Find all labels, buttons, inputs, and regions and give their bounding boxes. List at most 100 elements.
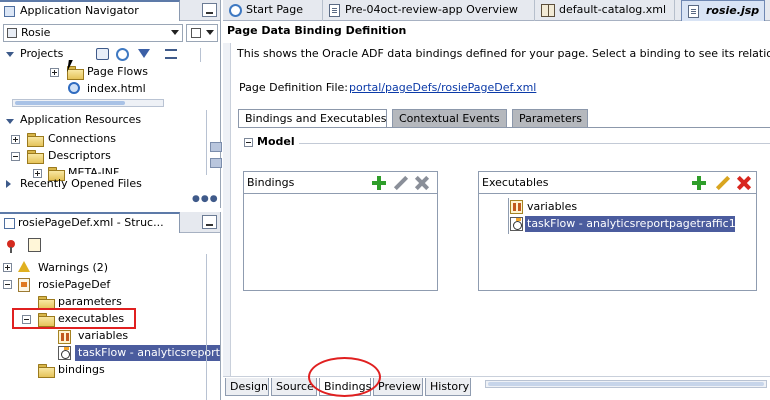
variables-icon bbox=[510, 200, 523, 214]
tab-default-catalog[interactable]: default-catalog.xml bbox=[535, 0, 675, 21]
project-item-index-html[interactable]: index.html bbox=[87, 82, 146, 96]
executables-box-title: Executables bbox=[482, 176, 549, 189]
recent-files-label[interactable]: Recently Opened Files bbox=[20, 177, 142, 191]
structure-tab[interactable]: rosiePageDef.xml - Struc... bbox=[0, 212, 180, 233]
folder-icon bbox=[38, 296, 55, 310]
working-sets-icon[interactable] bbox=[165, 49, 177, 59]
expand-icon[interactable] bbox=[3, 263, 12, 272]
chevron-down-icon bbox=[206, 30, 214, 35]
editor-description: This shows the Oracle ADF data bindings … bbox=[237, 47, 770, 60]
projects-horizontal-scrollbar[interactable] bbox=[12, 99, 164, 107]
selected-executable-row[interactable]: taskFlow - analyticsreportpagetraffic1 bbox=[525, 216, 736, 232]
edit-executable-icon[interactable] bbox=[715, 176, 729, 190]
minimize-button[interactable] bbox=[202, 215, 217, 229]
application-name: Rosie bbox=[21, 26, 51, 39]
scrollbar-thumb[interactable] bbox=[488, 382, 764, 386]
tab-parameters[interactable]: Parameters bbox=[512, 109, 588, 128]
resource-item-descriptors[interactable]: Descriptors bbox=[48, 149, 111, 163]
bindings-box: Bindings bbox=[243, 171, 438, 291]
edit-binding-icon[interactable] bbox=[393, 176, 407, 190]
selected-tree-row[interactable]: taskFlow - analyticsreportp bbox=[75, 345, 220, 361]
vertical-scrollbar[interactable] bbox=[206, 110, 207, 175]
projects-label[interactable]: Projects bbox=[20, 47, 63, 61]
navigator-tab[interactable]: Application Navigator bbox=[0, 0, 180, 21]
catalog-icon bbox=[541, 4, 555, 17]
start-page-icon bbox=[229, 4, 242, 17]
executable-item-taskflow[interactable]: taskFlow - analyticsreportpagetraffic1 bbox=[527, 217, 736, 231]
resource-item-connections[interactable]: Connections bbox=[48, 132, 116, 146]
editor-tab-bar: Start Page Pre-04oct-review-app Overview… bbox=[223, 0, 770, 21]
page-def-file-link[interactable]: portal/pageDefs/rosiePageDef.xml bbox=[349, 81, 536, 95]
folder-icon bbox=[27, 150, 44, 164]
recent-files-expand-icon[interactable] bbox=[6, 180, 11, 188]
model-collapse-icon[interactable] bbox=[244, 138, 253, 147]
bottom-tab-label: Source bbox=[276, 380, 314, 393]
resource-item-meta-inf[interactable]: META-INF bbox=[68, 166, 119, 174]
bindings-box-title: Bindings bbox=[247, 176, 295, 189]
html-file-icon bbox=[68, 82, 80, 94]
editor-left-ruler bbox=[223, 43, 231, 396]
navigator-header: Application Navigator bbox=[0, 0, 220, 21]
scrollbar-thumb[interactable] bbox=[15, 101, 125, 105]
tab-preview[interactable]: Preview bbox=[373, 378, 423, 396]
structure-title: rosiePageDef.xml - Struc... bbox=[18, 216, 164, 229]
bindings-tab-annotation bbox=[308, 357, 381, 397]
search-icon[interactable] bbox=[96, 48, 109, 60]
subtab-label: Parameters bbox=[519, 112, 582, 125]
structure-item-taskflow[interactable]: taskFlow - analyticsreportp bbox=[78, 346, 220, 360]
refresh-icon[interactable] bbox=[116, 48, 129, 61]
toolbar-separator bbox=[200, 48, 201, 62]
add-executable-icon[interactable] bbox=[692, 176, 706, 190]
tab-label: Pre-04oct-review-app Overview bbox=[345, 3, 518, 16]
tab-history[interactable]: History bbox=[425, 378, 471, 396]
delete-binding-icon[interactable] bbox=[415, 176, 429, 190]
bindings-box-header: Bindings bbox=[244, 172, 437, 194]
structure-item-page-def[interactable]: rosiePageDef bbox=[38, 278, 110, 292]
projects-collapse-icon[interactable] bbox=[6, 52, 14, 57]
expand-icon[interactable] bbox=[50, 68, 59, 77]
navigator-icon bbox=[4, 6, 15, 17]
menu-icon bbox=[191, 28, 201, 38]
editor-horizontal-scrollbar[interactable] bbox=[485, 380, 767, 388]
tab-start-page[interactable]: Start Page bbox=[223, 0, 323, 21]
application-selector[interactable]: Rosie bbox=[3, 24, 183, 42]
more-dots-icon[interactable]: ●●● bbox=[192, 194, 219, 204]
tab-design[interactable]: Design bbox=[225, 378, 269, 396]
collapse-icon[interactable] bbox=[11, 152, 20, 161]
delete-executable-icon[interactable] bbox=[737, 176, 751, 190]
tab-contextual-events[interactable]: Contextual Events bbox=[392, 109, 507, 128]
structure-item-parameters[interactable]: parameters bbox=[58, 295, 122, 309]
minimize-button[interactable] bbox=[202, 3, 217, 17]
tab-overview[interactable]: Pre-04oct-review-app Overview bbox=[323, 0, 535, 21]
filter-icon[interactable] bbox=[138, 49, 150, 58]
highlight-annotation bbox=[12, 308, 136, 329]
jsp-file-icon bbox=[688, 5, 699, 18]
executable-item-variables[interactable]: variables bbox=[527, 200, 577, 214]
app-icon bbox=[7, 28, 17, 38]
app-resources-label[interactable]: Application Resources bbox=[20, 113, 141, 127]
side-toggle-bottom[interactable] bbox=[210, 158, 222, 168]
structure-item-bindings[interactable]: bindings bbox=[58, 363, 105, 377]
add-binding-icon[interactable] bbox=[372, 176, 386, 190]
project-item-page-flows[interactable]: Page Flows bbox=[87, 65, 148, 79]
variables-icon bbox=[58, 330, 71, 344]
structure-item-warnings[interactable]: Warnings (2) bbox=[38, 261, 108, 275]
tab-bindings-and-executables[interactable]: Bindings and Executables bbox=[238, 109, 387, 128]
edit-icon[interactable] bbox=[28, 238, 41, 252]
expand-icon[interactable] bbox=[11, 135, 20, 144]
app-resources-collapse-icon[interactable] bbox=[6, 119, 14, 124]
structure-item-variables[interactable]: variables bbox=[78, 329, 128, 343]
collapse-icon[interactable] bbox=[3, 280, 12, 289]
application-menu-button[interactable] bbox=[186, 24, 218, 42]
page-def-file-label: Page Definition File: bbox=[239, 81, 349, 94]
folder-icon bbox=[27, 133, 44, 147]
editor-bottom-tab-bar: Design Source Bindings Preview History bbox=[223, 376, 770, 400]
bottom-tab-label: Design bbox=[230, 380, 268, 393]
executables-box: Executables variables taskFlow - analyti… bbox=[478, 171, 757, 291]
application-navigator-panel: Application Navigator Rosie Projects Pag… bbox=[0, 0, 221, 208]
navigator-title: Application Navigator bbox=[20, 4, 139, 17]
subtab-divider bbox=[238, 127, 770, 128]
side-toggle-top[interactable] bbox=[210, 142, 222, 152]
tab-rosie-jsp[interactable]: rosie.jsp bbox=[681, 0, 765, 21]
vertical-scrollbar[interactable] bbox=[206, 254, 207, 400]
